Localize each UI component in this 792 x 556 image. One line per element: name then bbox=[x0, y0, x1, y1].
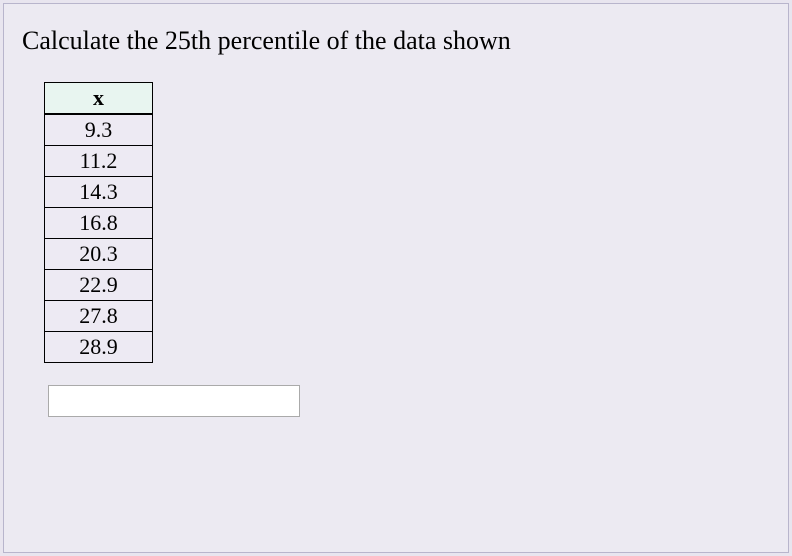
table-cell: 28.9 bbox=[45, 332, 153, 363]
table-row: 27.8 bbox=[45, 301, 153, 332]
table-header-row: x bbox=[45, 83, 153, 115]
table-cell: 16.8 bbox=[45, 208, 153, 239]
column-header-x: x bbox=[45, 83, 153, 115]
table-row: 20.3 bbox=[45, 239, 153, 270]
table-row: 14.3 bbox=[45, 177, 153, 208]
table-cell: 14.3 bbox=[45, 177, 153, 208]
table-cell: 9.3 bbox=[45, 114, 153, 146]
data-table-wrap: x 9.3 11.2 14.3 16.8 20.3 22.9 27.8 28.9 bbox=[44, 82, 770, 417]
table-row: 9.3 bbox=[45, 114, 153, 146]
table-row: 11.2 bbox=[45, 146, 153, 177]
table-cell: 22.9 bbox=[45, 270, 153, 301]
question-container: Calculate the 25th percentile of the dat… bbox=[3, 3, 789, 553]
table-cell: 20.3 bbox=[45, 239, 153, 270]
prompt-text: Calculate the 25th percentile of the dat… bbox=[22, 26, 770, 56]
answer-input[interactable] bbox=[48, 385, 300, 417]
data-table: x 9.3 11.2 14.3 16.8 20.3 22.9 27.8 28.9 bbox=[44, 82, 153, 363]
table-cell: 11.2 bbox=[45, 146, 153, 177]
table-row: 16.8 bbox=[45, 208, 153, 239]
table-cell: 27.8 bbox=[45, 301, 153, 332]
table-row: 22.9 bbox=[45, 270, 153, 301]
table-row: 28.9 bbox=[45, 332, 153, 363]
